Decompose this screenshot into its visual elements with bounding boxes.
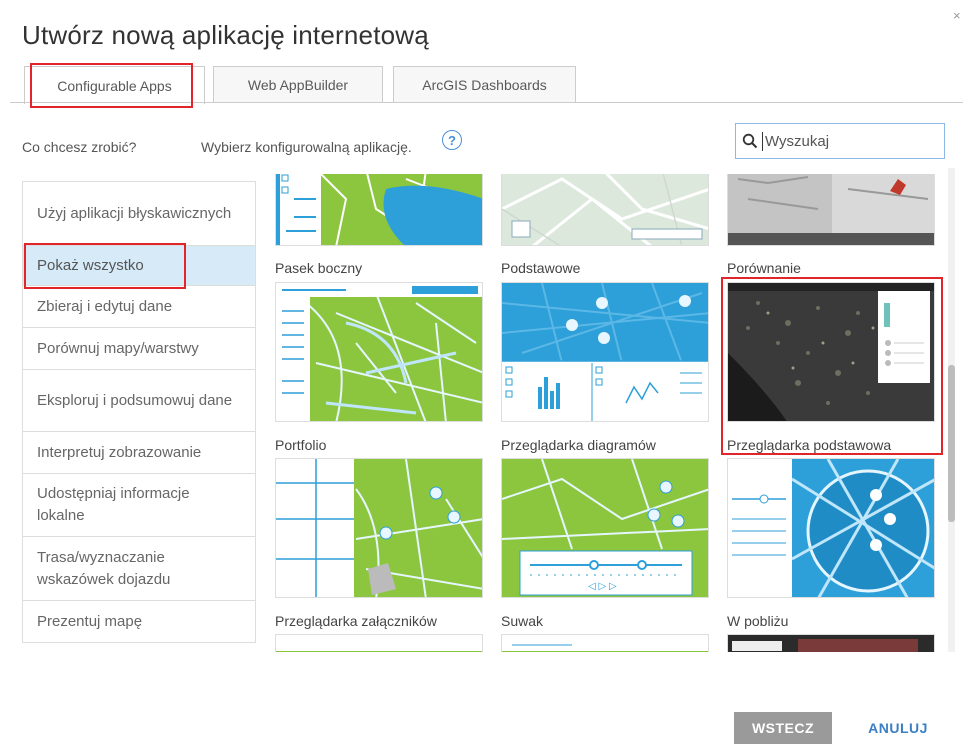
help-icon[interactable]: ? xyxy=(442,130,462,150)
app-caption: Portfolio xyxy=(275,437,327,453)
sidebar-item-label: Eksploruj i podsumowuj dane xyxy=(37,391,233,409)
app-thumbnail-basic-viewer[interactable] xyxy=(727,282,935,422)
sidebar-item-label: Porównuj mapy/warstwy xyxy=(37,339,199,357)
app-thumbnail-next-1[interactable] xyxy=(275,634,483,652)
sidebar-item-routing[interactable]: Trasa/wyznaczanie wskazówek dojazdu xyxy=(22,537,256,601)
app-thumbnail-basic[interactable] xyxy=(501,174,709,246)
app-caption: W pobliżu xyxy=(727,613,789,629)
sidebar-item-label: Użyj aplikacji błyskawicznych xyxy=(37,204,232,222)
app-thumbnail-portfolio[interactable] xyxy=(275,282,483,422)
app-caption: Porównanie xyxy=(727,260,801,276)
sidebar-item-label: Prezentuj mapę xyxy=(37,612,143,630)
app-gallery: Pasek boczny Podstawowe Porównanie Portf… xyxy=(272,174,937,652)
cancel-button[interactable]: ANULUJ xyxy=(858,712,938,744)
app-thumbnail-attachment-viewer[interactable] xyxy=(275,458,483,598)
sidebar-item-label: Udostępniaj informacje lokalne xyxy=(37,485,190,524)
back-button[interactable]: WSTECZ xyxy=(734,712,832,744)
sidebar-item-explore[interactable]: Eksploruj i podsumowuj dane xyxy=(22,370,256,432)
app-thumbnail-compare[interactable] xyxy=(727,174,935,246)
app-thumbnail-next-2[interactable] xyxy=(501,634,709,652)
sidebar-item-show-all[interactable]: Pokaż wszystko xyxy=(22,246,256,286)
sidebar-item-imagery[interactable]: Interpretuj zobrazowanie xyxy=(22,432,256,474)
sidebar-item-compare[interactable]: Porównuj mapy/warstwy xyxy=(22,328,256,370)
app-thumbnail-slider[interactable]: ◁ ▷ ▷ xyxy=(501,458,709,598)
app-caption: Przeglądarka załączników xyxy=(275,613,437,629)
app-caption: Podstawowe xyxy=(501,260,581,276)
tab-web-appbuilder[interactable]: Web AppBuilder xyxy=(213,66,383,102)
question-label: Co chcesz zrobić? xyxy=(22,139,137,155)
search-box[interactable] xyxy=(735,123,945,159)
sidebar-item-label: Interpretuj zobrazowanie xyxy=(37,443,202,461)
search-input[interactable] xyxy=(762,131,937,151)
sidebar-item-present-map[interactable]: Prezentuj mapę xyxy=(22,601,256,643)
close-icon[interactable]: × xyxy=(953,8,961,23)
sidebar-item-label: Trasa/wyznaczanie wskazówek dojazdu xyxy=(37,548,171,588)
app-caption: Suwak xyxy=(501,613,544,629)
tab-divider xyxy=(10,102,963,103)
sidebar-item-instant-apps[interactable]: Użyj aplikacji błyskawicznych xyxy=(22,181,256,246)
app-thumbnail-next-3[interactable] xyxy=(727,634,935,652)
dialog-title: Utwórz nową aplikację internetową xyxy=(22,20,429,50)
app-caption: Przeglądarka podstawowa xyxy=(727,437,892,453)
svg-text:◁ ▷ ▷: ◁ ▷ ▷ xyxy=(588,581,617,592)
choose-app-label: Wybierz konfigurowalną aplikację. xyxy=(201,139,412,155)
gallery-scrollbar-thumb[interactable] xyxy=(948,365,955,522)
app-caption: Przeglądarka diagramów xyxy=(501,437,656,453)
search-icon xyxy=(742,133,758,149)
sidebar-item-label: Pokaż wszystko xyxy=(37,256,144,274)
app-thumbnail-nearby[interactable] xyxy=(727,458,935,598)
sidebar-item-label: Zbieraj i edytuj dane xyxy=(37,297,173,315)
sidebar-item-share-local[interactable]: Udostępniaj informacje lokalne xyxy=(22,474,256,537)
tab-arcgis-dashboards[interactable]: ArcGIS Dashboards xyxy=(393,66,576,102)
app-caption: Pasek boczny xyxy=(275,260,363,276)
app-thumbnail-diagram-viewer[interactable] xyxy=(501,282,709,422)
sidebar-item-collect-edit[interactable]: Zbieraj i edytuj dane xyxy=(22,286,256,328)
tab-configurable-apps[interactable]: Configurable Apps xyxy=(24,66,205,104)
app-thumbnail-sidebar[interactable] xyxy=(275,174,483,246)
